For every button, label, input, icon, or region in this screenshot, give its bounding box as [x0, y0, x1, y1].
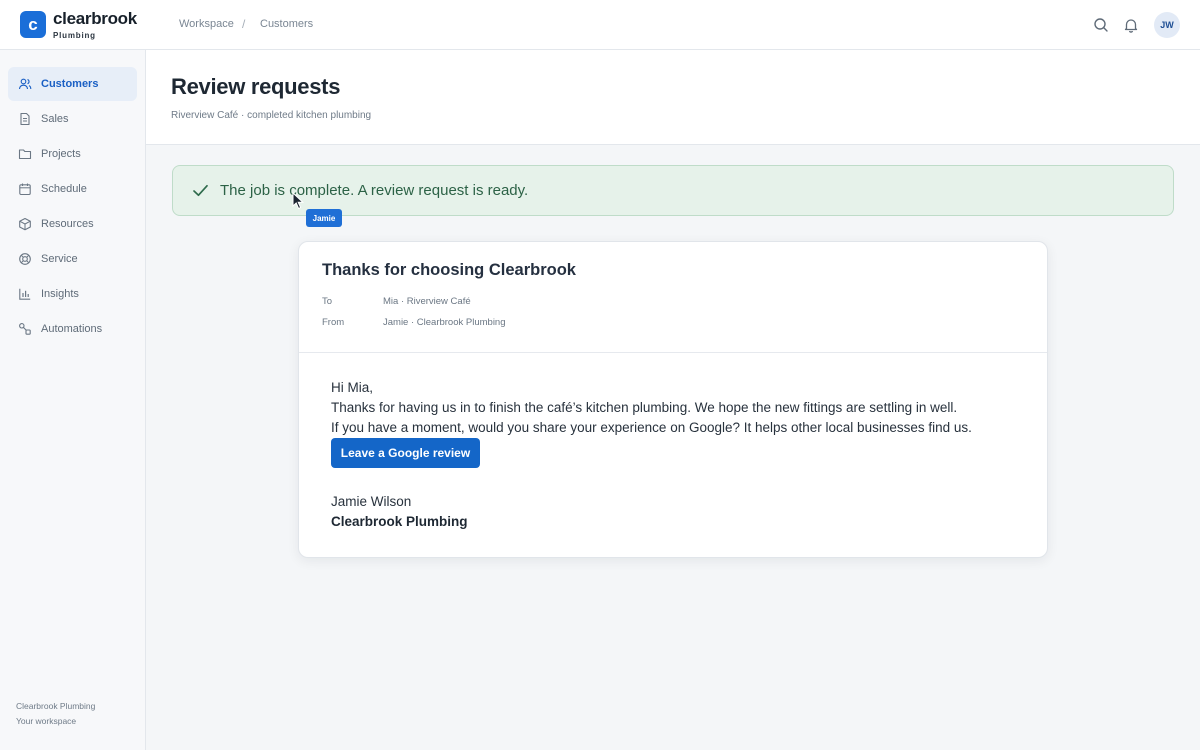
- sidebar-item-label: Service: [41, 253, 78, 265]
- box-icon: [19, 217, 31, 231]
- email-body-line: If you have a moment, would you share yo…: [331, 420, 972, 435]
- folder-icon: [18, 149, 32, 160]
- page-title: Review requests: [171, 74, 341, 99]
- email-subject: Thanks for choosing Clearbrook: [322, 261, 576, 279]
- card-divider: [299, 352, 1047, 353]
- cursor-icon: [292, 192, 305, 210]
- users-icon: [18, 78, 32, 90]
- collaborator-cursor-label: Jamie: [306, 209, 342, 227]
- sidebar-item-automations[interactable]: Automations: [8, 312, 137, 346]
- sidebar-item-projects[interactable]: Projects: [8, 137, 137, 171]
- banner-message: The job is complete. A review request is…: [220, 182, 529, 199]
- sidebar-item-schedule[interactable]: Schedule: [8, 172, 137, 206]
- leave-google-review-button[interactable]: Leave a Google review: [331, 438, 480, 468]
- email-body-line: Thanks for having us in to finish the ca…: [331, 400, 958, 415]
- sidebar-item-service[interactable]: Service: [8, 242, 137, 276]
- breadcrumb-separator: /: [242, 17, 246, 31]
- sidebar-item-insights[interactable]: Insights: [8, 277, 137, 311]
- breadcrumb-workspace[interactable]: Workspace: [179, 18, 234, 30]
- page-header: Review requests Riverview Café · complet…: [146, 50, 1200, 145]
- page-subtitle: Riverview Café · completed kitchen plumb…: [171, 110, 372, 121]
- brand-name[interactable]: clearbrook: [53, 9, 137, 29]
- search-icon[interactable]: [1092, 16, 1110, 34]
- from-label: From: [322, 317, 345, 328]
- sidebar-item-label: Schedule: [41, 183, 87, 195]
- sidebar-item-customers[interactable]: Customers: [8, 67, 137, 101]
- document-icon: [20, 112, 30, 126]
- breadcrumb-customers[interactable]: Customers: [260, 18, 313, 30]
- signature-company: Clearbrook Plumbing: [331, 514, 468, 529]
- to-label: To: [322, 296, 333, 307]
- workspace-caption: Your workspace: [16, 716, 77, 726]
- sidebar-item-label: Automations: [41, 323, 103, 335]
- bar-chart-icon: [19, 288, 31, 300]
- sidebar-item-label: Sales: [41, 113, 69, 125]
- bell-icon[interactable]: [1122, 16, 1140, 34]
- logo-mark[interactable]: c: [20, 11, 46, 38]
- from-value: Jamie · Clearbrook Plumbing: [383, 317, 506, 328]
- sidebar: Customers Sales Projects Schedule Resour…: [0, 50, 146, 750]
- email-greeting: Hi Mia,: [331, 380, 374, 395]
- sidebar-item-label: Insights: [41, 288, 79, 300]
- sidebar-item-label: Resources: [41, 218, 94, 230]
- email-preview-card: Thanks for choosing Clearbrook To Mia · …: [298, 241, 1048, 558]
- check-icon: [193, 184, 208, 197]
- lifebuoy-icon: [19, 253, 31, 265]
- to-value: Mia · Riverview Café: [383, 296, 471, 307]
- sidebar-item-label: Projects: [41, 148, 81, 160]
- sidebar-item-sales[interactable]: Sales: [8, 102, 137, 136]
- user-avatar[interactable]: JW: [1154, 12, 1180, 38]
- top-bar: c clearbrook Plumbing Workspace / Custom…: [0, 0, 1200, 50]
- workspace-company: Clearbrook Plumbing: [16, 701, 96, 711]
- calendar-icon: [19, 183, 31, 196]
- sidebar-item-label: Customers: [41, 78, 99, 90]
- sidebar-item-resources[interactable]: Resources: [8, 207, 137, 241]
- brand-tagline: Plumbing: [53, 31, 96, 40]
- signature-name: Jamie Wilson: [331, 494, 412, 509]
- workflow-icon: [19, 323, 31, 335]
